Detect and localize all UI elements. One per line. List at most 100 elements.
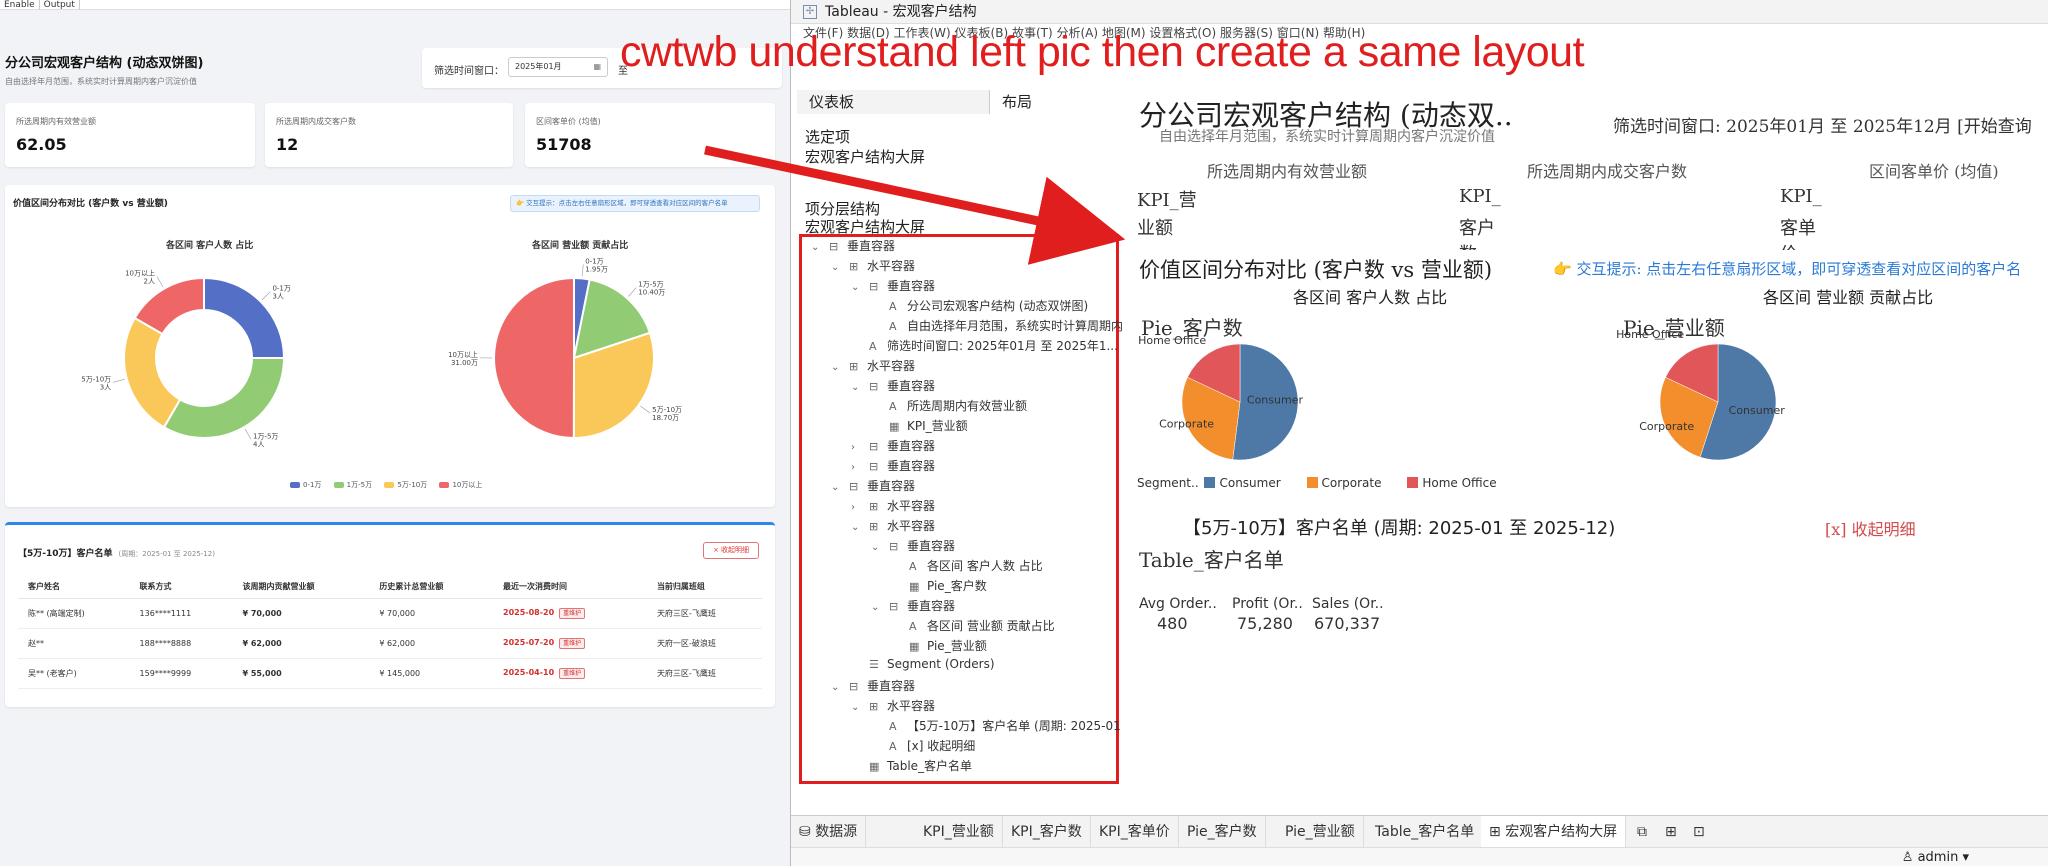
new-worksheet-icon[interactable]: ⧉ (1629, 816, 1655, 848)
new-dashboard-icon[interactable]: ⊞ (1657, 816, 1685, 848)
tableau-logo-icon: ✢ (803, 5, 817, 19)
tree-item[interactable]: ▦ Pie_营业额 (891, 637, 987, 654)
sheet-tab[interactable]: KPI_营业额 (915, 816, 1003, 848)
canvas-kpi-label: 区间客单价 (均值) (1869, 162, 1999, 181)
tree-item[interactable]: ▦ Table_客户名单 (851, 757, 972, 774)
sheet-tab[interactable]: Pie_营业额 (1277, 816, 1364, 848)
container-type-icon: ▦ (909, 580, 920, 593)
legend-item[interactable]: Consumer (1219, 476, 1280, 490)
tab-layout[interactable]: 布局 (989, 90, 1127, 114)
new-story-icon[interactable]: ⊡ (1685, 816, 1713, 848)
expand-chevron-icon[interactable]: ⌄ (851, 702, 869, 713)
expand-chevron-icon[interactable]: › (851, 502, 869, 513)
tree-item[interactable]: A 筛选时间窗口: 2025年01月 至 2025年1... (851, 337, 1118, 354)
expand-chevron-icon[interactable]: ⌄ (831, 262, 849, 273)
expand-chevron-icon[interactable]: ⌄ (871, 542, 889, 553)
tree-item[interactable]: ⌄ ⊟ 垂直容器 (871, 597, 955, 614)
table-row[interactable]: 赵** 188****8888 ¥ 62,000 ¥ 62,000 2025-07-… (18, 628, 762, 659)
tree-item[interactable]: ⌄ ⊟ 垂直容器 (851, 277, 935, 294)
pie-slice[interactable] (492, 276, 575, 440)
canvas-filter[interactable]: 筛选时间窗口: 2025年01月 至 2025年12月 [开始查询 (1613, 112, 2032, 137)
tree-item[interactable]: ⌄ ⊟ 垂直容器 (831, 677, 915, 694)
expand-chevron-icon[interactable]: ⌄ (851, 522, 869, 533)
legend-swatch (1306, 477, 1318, 488)
tree-item[interactable]: A 分公司宏观客户结构 (动态双饼图) (871, 297, 1088, 314)
sheet-tab-active[interactable]: ⊞ 宏观客户结构大屏 (1481, 816, 1627, 848)
canvas-kpi-sheet[interactable]: KPI_营 (1137, 186, 1197, 212)
legend-item[interactable]: Corporate (1322, 476, 1382, 490)
tree-item[interactable]: A 自由选择年月范围，系统实时计算周期内 (871, 317, 1123, 334)
tree-item[interactable]: ⌄ ⊞ 水平容器 (851, 697, 935, 714)
tree-item-label: Segment (Orders) (887, 657, 995, 671)
tree-item[interactable]: A 所选周期内有效营业额 (871, 397, 1027, 414)
sheet-tab-datasource[interactable]: ⛁ 数据源 (791, 816, 867, 848)
expand-chevron-icon[interactable]: ⌄ (831, 362, 849, 373)
tree-item-label: 垂直容器 (867, 679, 916, 693)
tree-item[interactable]: › ⊟ 垂直容器 (851, 457, 935, 474)
pie-slice[interactable] (123, 316, 182, 429)
container-type-icon: ⊞ (869, 520, 879, 533)
label-leader (244, 428, 252, 440)
container-type-icon: ▦ (889, 420, 900, 433)
canvas-kpi-sheet[interactable]: KPI_ (1780, 186, 1822, 207)
table-row[interactable]: 陈** (高端定制) 136****1111 ¥ 70,000 ¥ 70,000 2… (18, 598, 762, 629)
tree-item[interactable]: ⌄ ⊟ 垂直容器 (871, 537, 955, 554)
sheet-tab[interactable]: KPI_客单价 (1091, 816, 1179, 848)
chart-legend: 0-1万 1万-5万 5万-10万 10万以上 (290, 480, 492, 490)
tab-dashboard[interactable]: 仪表板 (797, 90, 989, 114)
tree-item[interactable]: A 各区间 客户人数 占比 (891, 557, 1043, 574)
sheet-tab[interactable]: Pie_客户数 (1179, 816, 1266, 848)
tree-item[interactable]: ⌄ ⊞ 水平容器 (831, 357, 915, 374)
sheet-tab[interactable]: KPI_客户数 (1003, 816, 1091, 848)
expand-chevron-icon[interactable]: ⌄ (871, 602, 889, 613)
canvas-collapse[interactable]: [x] 收起明细 (1825, 516, 1916, 540)
dashboard-icon: ⊞ (1489, 824, 1506, 840)
measure-value: 75,280 (1237, 614, 1293, 633)
legend-item[interactable]: 10万以上 (439, 480, 482, 490)
expand-chevron-icon[interactable]: › (851, 462, 869, 473)
slice-label: 5万-10万 (81, 375, 111, 383)
tree-item[interactable]: A 各区间 营业额 贡献占比 (891, 617, 1055, 634)
tree-item[interactable]: ⌄ ⊟ 垂直容器 (831, 477, 915, 494)
container-type-icon: ▦ (909, 640, 920, 653)
tree-item[interactable]: A [x] 收起明细 (871, 737, 975, 754)
tree-item[interactable]: ☰ Segment (Orders) (851, 657, 995, 671)
label-leader (156, 276, 164, 288)
expand-chevron-icon[interactable]: ⌄ (831, 682, 849, 693)
tree-item[interactable]: ⌄ ⊟ 垂直容器 (811, 237, 895, 254)
canvas-kpi-sheet[interactable]: KPI_ (1459, 186, 1501, 207)
status-badge: 重维护 (559, 667, 586, 679)
container-type-icon: ⊞ (849, 360, 859, 373)
tree-item[interactable]: › ⊟ 垂直容器 (851, 437, 935, 454)
tree-item[interactable]: › ⊞ 水平容器 (851, 497, 935, 514)
tree-item[interactable]: A 【5万-10万】客户名单 (周期: 2025-01 (871, 717, 1121, 734)
tree-item[interactable]: ⌄ ⊟ 垂直容器 (851, 377, 935, 394)
legend-item[interactable]: 0-1万 (290, 480, 321, 490)
slice-label: 0-1万 (272, 285, 290, 293)
tree-item-label: 垂直容器 (847, 239, 896, 253)
slice-label: Corporate (1639, 420, 1694, 433)
sheet-tab[interactable]: Table_客户名单 (1367, 816, 1484, 848)
segment-legend: Segment.. Consumer Corporate Home Office (1137, 476, 1497, 490)
collapse-button[interactable]: × 收起明细 (703, 542, 759, 559)
tree-item[interactable]: ▦ Pie_客户数 (891, 577, 987, 594)
canvas-section-title: 价值区间分布对比 (客户数 vs 营业额) (1139, 254, 1493, 284)
tree-item[interactable]: ⌄ ⊞ 水平容器 (831, 257, 915, 274)
expand-chevron-icon[interactable]: › (851, 442, 869, 453)
pie-slice[interactable] (162, 357, 286, 439)
table-row[interactable]: 吴** (老客户) 159****9999 ¥ 55,000 ¥ 145,000 2… (18, 658, 762, 689)
expand-chevron-icon[interactable]: ⌄ (851, 382, 869, 393)
table-sheet-name[interactable]: Table_客户名单 (1139, 544, 1284, 573)
tree-item[interactable]: ⌄ ⊞ 水平容器 (851, 517, 935, 534)
legend-item[interactable]: 1万-5万 (333, 480, 372, 490)
legend-item[interactable]: 5万-10万 (384, 480, 427, 490)
canvas-kpi-sheet-line: 价 (1780, 240, 1798, 250)
annotation-text: cwtwb understand left pic then create a … (620, 28, 1585, 76)
tree-item[interactable]: ▦ KPI_营业额 (871, 417, 968, 434)
expand-chevron-icon[interactable]: ⌄ (831, 482, 849, 493)
expand-chevron-icon[interactable]: ⌄ (851, 282, 869, 293)
legend-item[interactable]: Home Office (1422, 476, 1496, 490)
user-menu[interactable]: ♙ admin ▾ (1902, 850, 1969, 865)
col-header: 客户姓名 (18, 576, 130, 599)
expand-chevron-icon[interactable]: ⌄ (811, 242, 829, 253)
